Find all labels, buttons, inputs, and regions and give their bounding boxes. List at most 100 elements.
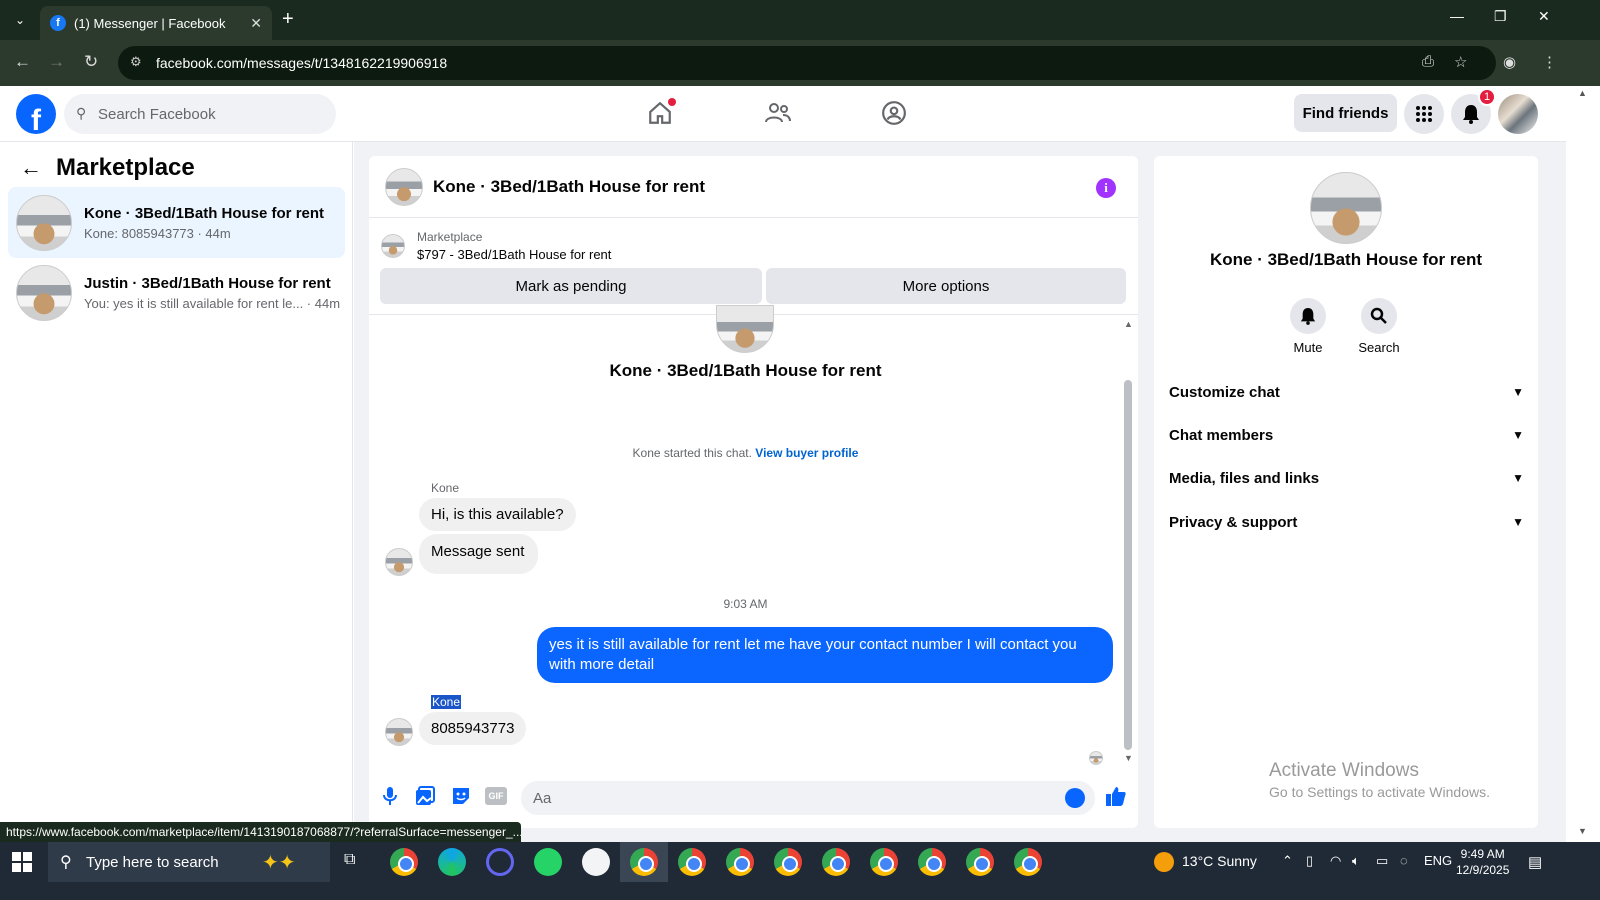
privacy-support-section[interactable]: Privacy & support ▼ bbox=[1169, 507, 1524, 537]
chrome-app-icon[interactable] bbox=[1014, 848, 1042, 876]
microphone-icon[interactable] bbox=[383, 786, 397, 811]
chat-members-section[interactable]: Chat members ▼ bbox=[1169, 420, 1524, 450]
message-bubble-sent[interactable]: yes it is still available for rent let m… bbox=[537, 627, 1113, 683]
chrome-app-icon[interactable] bbox=[726, 848, 754, 876]
back-icon[interactable]: ← bbox=[14, 52, 31, 72]
chrome-app-icon[interactable] bbox=[822, 848, 850, 876]
message-bubble[interactable]: 8085943773 bbox=[419, 712, 527, 745]
taskbar-search-input[interactable]: ⚲ Type here to search ✦✦ bbox=[48, 842, 330, 882]
message-placeholder: Aa bbox=[533, 789, 552, 807]
screen-bottom-edge bbox=[0, 882, 1600, 900]
mute-button[interactable]: Mute bbox=[1273, 298, 1343, 355]
browser-tab[interactable]: f (1) Messenger | Facebook ✕ bbox=[40, 6, 272, 40]
address-bar-row: ← → ↻ ⚙ facebook.com/messages/t/13481622… bbox=[0, 40, 1600, 86]
browser-menu-icon[interactable]: ⋮ bbox=[1542, 53, 1557, 71]
message-bubble[interactable]: Message sent bbox=[419, 534, 539, 574]
weather-text[interactable]: 13°C Sunny bbox=[1182, 853, 1257, 869]
chat-avatar[interactable] bbox=[385, 167, 423, 206]
restore-icon[interactable]: ❐ bbox=[1494, 8, 1507, 25]
weather-sun-icon bbox=[1154, 852, 1174, 872]
url-text: facebook.com/messages/t/1348162219906918 bbox=[156, 55, 448, 71]
tab-close-icon[interactable]: ✕ bbox=[250, 15, 262, 32]
tab-search-icon[interactable]: ⌄ bbox=[8, 8, 32, 32]
account-avatar[interactable] bbox=[1498, 94, 1538, 134]
clock[interactable]: 9:49 AM 12/9/2025 bbox=[1456, 846, 1509, 878]
more-options-button[interactable]: More options bbox=[766, 268, 1126, 304]
bookmark-star-icon[interactable]: ☆ bbox=[1454, 53, 1467, 71]
chrome-app-icon[interactable] bbox=[678, 848, 706, 876]
message-thread[interactable]: Kone · 3Bed/1Bath House for rent Kone st… bbox=[369, 305, 1138, 765]
chevron-down-icon: ▼ bbox=[1512, 471, 1524, 485]
language-indicator[interactable]: ENG bbox=[1424, 853, 1452, 868]
chrome-app-icon[interactable] bbox=[390, 848, 418, 876]
chrome-app-icon[interactable] bbox=[630, 848, 658, 876]
reload-icon[interactable]: ↻ bbox=[84, 52, 98, 72]
install-app-icon[interactable]: ⎙ bbox=[1422, 53, 1434, 70]
message-bubble[interactable]: Hi, is this available? bbox=[419, 498, 576, 531]
facebook-logo-icon[interactable]: f bbox=[16, 94, 56, 134]
whatsapp-app-icon[interactable] bbox=[534, 848, 562, 876]
chrome-app-icon[interactable] bbox=[870, 848, 898, 876]
message-timestamp: 9:03 AM bbox=[723, 597, 768, 611]
page-scrollbar[interactable]: ▲ ▼ bbox=[1566, 86, 1600, 842]
edge-app-icon[interactable] bbox=[438, 848, 466, 876]
gif-icon[interactable]: GIF bbox=[485, 787, 507, 805]
chrome-app-icon[interactable] bbox=[918, 848, 946, 876]
find-friends-button[interactable]: Find friends bbox=[1294, 94, 1397, 132]
profile-icon[interactable]: ◉ bbox=[1503, 53, 1516, 71]
mark-as-pending-button[interactable]: Mark as pending bbox=[380, 268, 762, 304]
new-tab-icon[interactable]: + bbox=[282, 8, 294, 31]
friends-icon[interactable] bbox=[760, 98, 796, 128]
chat-title[interactable]: Kone · 3Bed/1Bath House for rent bbox=[433, 177, 705, 197]
app-icon[interactable] bbox=[486, 848, 514, 876]
copilot-sparkle-icon: ✦✦ bbox=[262, 852, 296, 874]
sender-avatar[interactable] bbox=[385, 548, 413, 576]
tray-app-icon[interactable]: ▯ bbox=[1306, 853, 1313, 869]
conversation-item[interactable]: Kone · 3Bed/1Bath House for rent Kone: 8… bbox=[8, 187, 345, 258]
message-input[interactable]: Aa bbox=[521, 781, 1095, 815]
windows-start-icon[interactable] bbox=[12, 852, 32, 872]
emoji-icon[interactable] bbox=[1065, 788, 1085, 808]
scroll-down-arrow-icon[interactable]: ▼ bbox=[1124, 753, 1133, 763]
thread-title: Kone · 3Bed/1Bath House for rent bbox=[609, 361, 882, 380]
customize-chat-section[interactable]: Customize chat ▼ bbox=[1169, 377, 1524, 407]
close-window-icon[interactable]: ✕ bbox=[1538, 8, 1550, 25]
chrome-app-icon[interactable] bbox=[966, 848, 994, 876]
network-icon[interactable]: ◠ bbox=[1330, 853, 1341, 869]
info-icon[interactable]: i bbox=[1096, 178, 1116, 198]
battery-icon[interactable]: ▭ bbox=[1376, 853, 1388, 869]
home-icon[interactable] bbox=[642, 98, 678, 128]
clock-date: 12/9/2025 bbox=[1456, 863, 1510, 877]
url-field[interactable]: ⚙ facebook.com/messages/t/13481622199069… bbox=[118, 46, 1496, 80]
volume-icon[interactable]: 🔈︎ bbox=[1352, 853, 1360, 869]
sender-avatar[interactable] bbox=[385, 718, 413, 746]
media-files-links-section[interactable]: Media, files and links ▼ bbox=[1169, 463, 1524, 493]
photo-icon[interactable] bbox=[415, 786, 435, 811]
forward-icon[interactable]: → bbox=[48, 52, 65, 72]
back-arrow-icon[interactable]: ← bbox=[20, 155, 42, 181]
task-view-icon[interactable]: ⧉ bbox=[344, 851, 355, 869]
site-info-icon[interactable]: ⚙ bbox=[130, 54, 142, 70]
search-icon bbox=[1361, 298, 1397, 334]
thread-scrollbar[interactable] bbox=[1124, 380, 1132, 750]
facebook-header: f ⚲ Search Facebook Find friends 1 bbox=[0, 86, 1600, 142]
sticker-icon[interactable] bbox=[451, 786, 471, 811]
search-conversation-button[interactable]: Search bbox=[1344, 298, 1414, 355]
conversation-item[interactable]: Justin · 3Bed/1Bath House for rent You: … bbox=[8, 257, 345, 328]
chrome-app-icon[interactable] bbox=[774, 848, 802, 876]
view-buyer-profile-link[interactable]: View buyer profile bbox=[755, 446, 858, 460]
marketplace-listing[interactable]: Marketplace $797 - 3Bed/1Bath House for … bbox=[381, 230, 611, 262]
wifi-off-icon[interactable]: ◌ bbox=[1400, 853, 1408, 868]
minimize-icon[interactable]: — bbox=[1450, 8, 1464, 24]
chat-profile-avatar[interactable] bbox=[1310, 172, 1382, 244]
link-status-bar: https://www.facebook.com/marketplace/ite… bbox=[0, 822, 521, 842]
tray-chevron-icon[interactable]: ⌃ bbox=[1282, 853, 1293, 869]
menu-grid-icon[interactable] bbox=[1404, 94, 1444, 134]
notification-center-icon[interactable]: ▤ bbox=[1528, 853, 1542, 871]
thumbs-up-icon[interactable] bbox=[1105, 785, 1127, 812]
groups-icon[interactable] bbox=[876, 98, 912, 128]
listing-title: $797 - 3Bed/1Bath House for rent bbox=[417, 247, 612, 262]
app-icon[interactable] bbox=[582, 848, 610, 876]
search-input[interactable]: ⚲ Search Facebook bbox=[64, 94, 336, 134]
scroll-up-arrow-icon[interactable]: ▲ bbox=[1124, 319, 1133, 329]
